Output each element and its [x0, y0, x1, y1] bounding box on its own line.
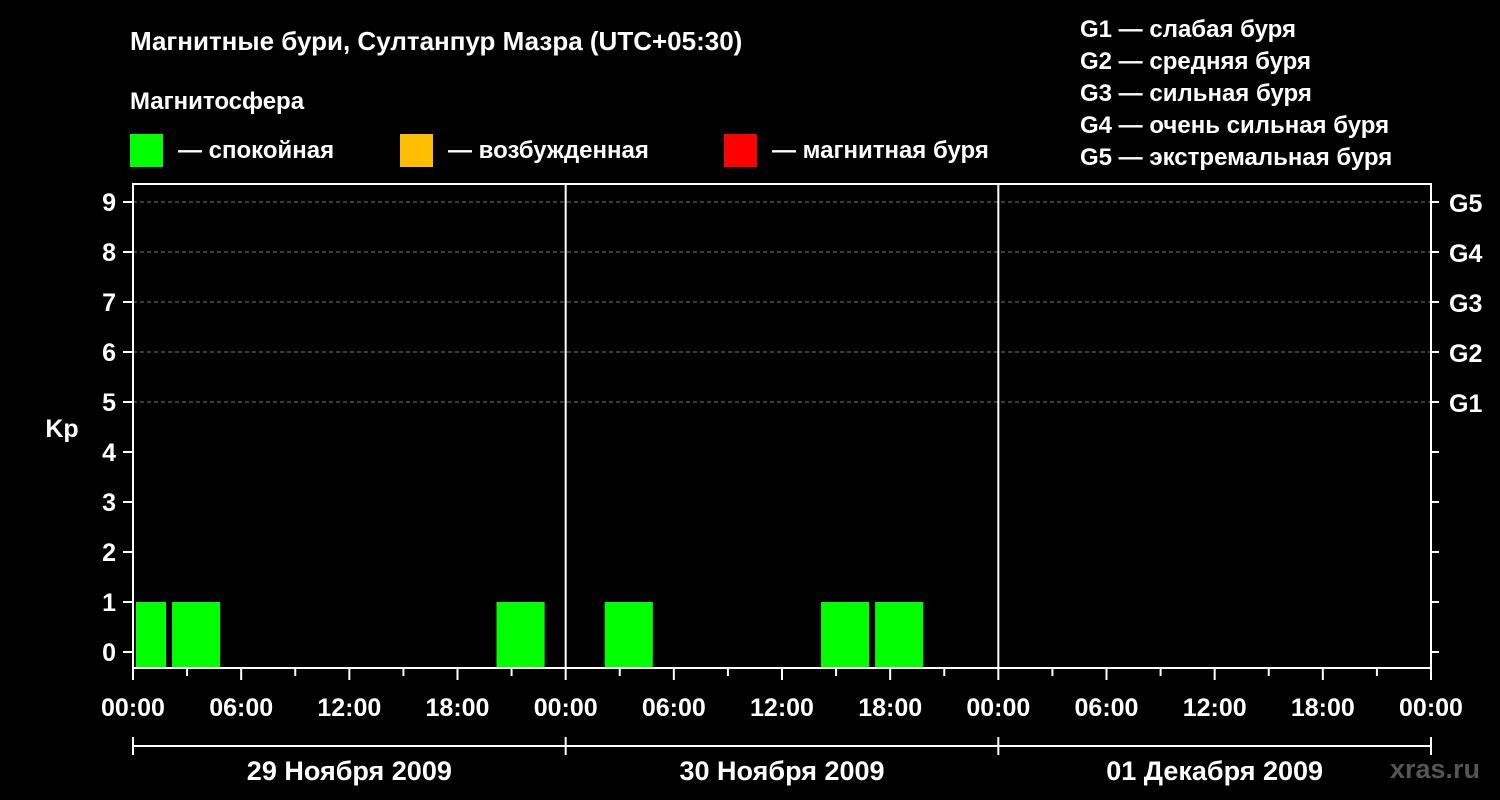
storm-scale-g1: G1 — слабая буря	[1080, 16, 1296, 43]
y-tick-label: 6	[102, 339, 116, 367]
magnetosphere-label: Магнитосфера	[130, 88, 305, 115]
y-tick-label: 3	[102, 489, 116, 517]
storm-scale-g3: G3 — сильная буря	[1080, 80, 1312, 107]
x-tick-label: 18:00	[1291, 694, 1355, 722]
x-tick-label: 12:00	[1183, 694, 1247, 722]
g-label-g5: G5	[1449, 190, 1482, 218]
date-axis: 29 Ноября 2009 30 Ноября 2009 01 Декабря 2…	[132, 737, 1432, 786]
date-label-2: 30 Ноября 2009	[679, 756, 884, 786]
y-tick-label: 7	[102, 289, 116, 317]
y-tick-label: 1	[102, 589, 116, 617]
x-tick-label: 18:00	[858, 694, 922, 722]
frame-layer	[132, 183, 1432, 669]
g-label-g2: G2	[1449, 340, 1482, 368]
y-tick-label: 8	[102, 239, 116, 267]
date-label-1: 29 Ноября 2009	[247, 756, 452, 786]
g-label-g1: G1	[1449, 390, 1482, 418]
storm-scale: G1 — слабая буря G2 — средняя буря G3 — …	[1080, 16, 1392, 171]
y-axis-label: Kp	[45, 415, 78, 443]
chart-title: Магнитные бури, Султанпур Мазра (UTC+05:…	[130, 26, 742, 56]
legend-swatch-quiet	[130, 134, 163, 167]
date-label-3: 01 Декабря 2009	[1106, 756, 1323, 786]
legend-label-quiet: — спокойная	[178, 137, 334, 164]
x-tick-label: 06:00	[1075, 694, 1139, 722]
y-tick-label: 0	[102, 639, 116, 667]
legend-swatch-storm	[724, 134, 757, 167]
kp-bar-2	[172, 602, 221, 668]
plot-frame	[132, 183, 1432, 669]
bars-layer	[136, 602, 924, 668]
watermark: xras.ru	[1390, 754, 1480, 784]
y-ticks: 0 1 2 3 4 5 6 7 8 9	[102, 189, 1439, 667]
y-tick-label: 5	[102, 389, 116, 417]
x-ticks: 00:00 06:00 12:00 18:00 00:00 06:00 12:00 18:00…	[101, 668, 1463, 722]
legend: — спокойная — возбужденная — магнитная б…	[130, 134, 989, 167]
legend-label-storm: — магнитная буря	[772, 137, 989, 164]
x-tick-label: 12:00	[750, 694, 814, 722]
x-tick-label: 06:00	[209, 694, 273, 722]
x-tick-label: 00:00	[101, 694, 165, 722]
x-tick-label: 06:00	[642, 694, 706, 722]
kp-bar-4	[604, 602, 653, 668]
storm-scale-g2: G2 — средняя буря	[1080, 48, 1311, 75]
g-label-g4: G4	[1449, 240, 1482, 268]
kp-bar-6	[875, 602, 924, 668]
x-tick-label: 12:00	[317, 694, 381, 722]
y-tick-label: 2	[102, 539, 116, 567]
g-ticks: G1 G2 G3 G4 G5	[1449, 190, 1482, 418]
kp-bar-5	[821, 602, 870, 668]
kp-bar-3	[496, 602, 545, 668]
x-tick-label: 00:00	[1399, 694, 1463, 722]
storm-scale-g4: G4 — очень сильная буря	[1080, 112, 1389, 139]
storm-scale-g5: G5 — экстремальная буря	[1080, 144, 1392, 171]
y-tick-label: 9	[102, 189, 116, 217]
legend-label-active: — возбужденная	[448, 137, 649, 164]
y-tick-label: 4	[102, 439, 116, 467]
x-tick-label: 00:00	[966, 694, 1030, 722]
grid-layer	[133, 201, 1431, 403]
kp-chart: Магнитные бури, Султанпур Мазра (UTC+05:…	[45, 16, 1482, 786]
legend-swatch-active	[400, 134, 433, 167]
x-tick-label: 18:00	[426, 694, 490, 722]
kp-bar-1	[136, 602, 167, 668]
g-label-g3: G3	[1449, 290, 1482, 318]
x-tick-label: 00:00	[534, 694, 598, 722]
